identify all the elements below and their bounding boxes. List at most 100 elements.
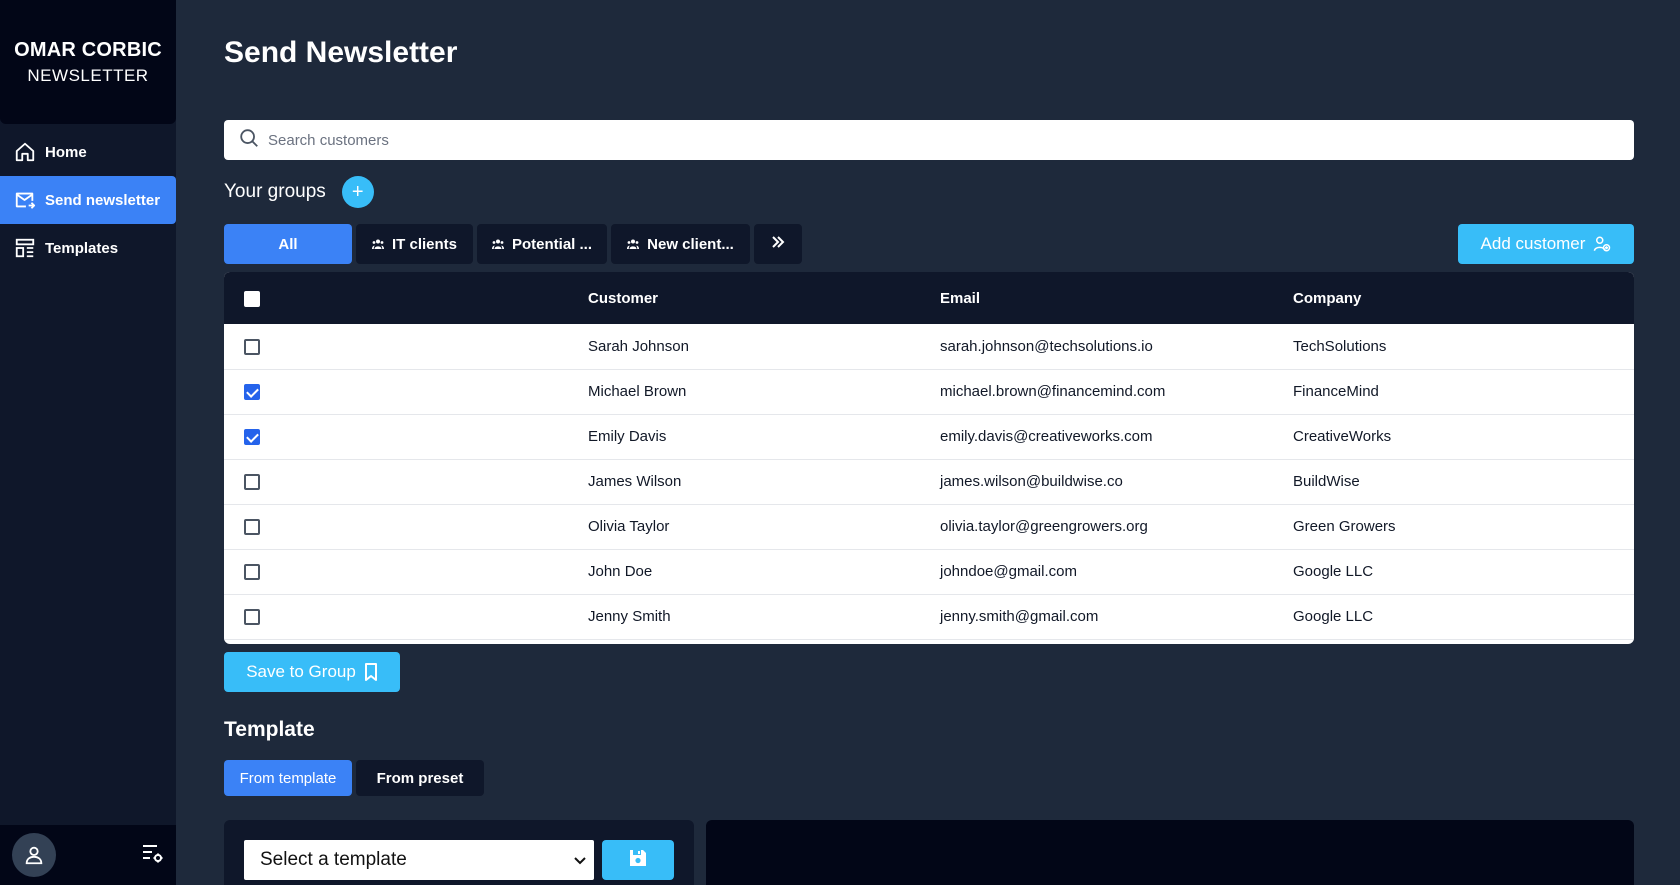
customer-name: Jenny Smith [588, 608, 671, 625]
sidebar-item-home[interactable]: Home [0, 128, 176, 176]
customer-company: FinanceMind [1293, 383, 1379, 400]
row-checkbox[interactable] [244, 609, 260, 626]
groups-header: Your groups + [224, 176, 374, 208]
table-row[interactable]: Jenny Smith jenny.smith@gmail.com Google… [224, 594, 1634, 639]
chevrons-right-icon [770, 234, 786, 254]
avatar[interactable] [12, 833, 56, 877]
customer-email: emily.davis@creativeworks.com [940, 428, 1153, 445]
customer-company: Google LLC [1293, 608, 1374, 625]
template-source-tabs: From template From preset [224, 760, 488, 796]
table-row[interactable]: Michael Brown michael.brown@financemind.… [224, 369, 1634, 414]
table-header-row: Customer Email Company [224, 272, 1634, 324]
sidebar-item-label: Home [45, 143, 87, 161]
customer-email: michael.brown@financemind.com [940, 383, 1166, 400]
tab-from-preset[interactable]: From preset [356, 760, 484, 796]
group-tabs: All IT clients Potential ... New client.… [224, 224, 806, 264]
table-row[interactable]: Emily Davis emily.davis@creativeworks.co… [224, 414, 1634, 459]
home-icon [14, 141, 36, 163]
customer-company: BuildWise [1293, 473, 1360, 490]
sidebar-nav: Home Send newsletter Templates [0, 128, 176, 272]
save-template-button[interactable] [602, 840, 674, 880]
customer-name: Emily Davis [588, 428, 667, 445]
bookmark-icon [364, 663, 378, 681]
template-section-title: Template [224, 718, 315, 741]
brand-subtitle: NEWSLETTER [27, 65, 149, 85]
table-row[interactable]: James Wilson james.wilson@buildwise.co B… [224, 459, 1634, 504]
sidebar-item-send-newsletter[interactable]: Send newsletter [0, 176, 176, 224]
template-select-value: Select a template [260, 849, 407, 870]
customer-company: TechSolutions [1293, 337, 1387, 355]
row-checkbox[interactable] [244, 519, 260, 536]
mail-send-icon [14, 189, 36, 211]
table-row[interactable]: Sarah Johnson sarah.johnson@techsolution… [224, 324, 1634, 369]
customer-company: Green Growers [1293, 518, 1396, 535]
groups-label: Your groups [224, 181, 326, 202]
search-bar [224, 120, 1634, 160]
customer-name: Olivia Taylor [588, 518, 670, 535]
sidebar-item-label: Send newsletter [45, 191, 161, 209]
brand-logo[interactable]: OMAR CORBIC NEWSLETTER [0, 0, 176, 124]
layout-icon [14, 237, 36, 259]
template-preview-panel [706, 820, 1634, 885]
tab-label: Potential ... [511, 235, 592, 253]
row-checkbox[interactable] [244, 338, 260, 355]
column-header-customer[interactable]: Customer [588, 272, 940, 324]
row-checkbox[interactable] [244, 384, 260, 401]
add-user-icon [1593, 235, 1611, 253]
tab-label: New client... [647, 235, 734, 253]
customer-email: olivia.taylor@greengrowers.org [940, 518, 1148, 535]
template-select[interactable]: Select a template [244, 840, 594, 880]
floppy-disk-icon [628, 848, 648, 873]
tab-label: IT clients [391, 235, 458, 253]
save-to-group-label: Save to Group [246, 662, 356, 681]
customer-company: CreativeWorks [1293, 428, 1392, 445]
row-checkbox[interactable] [244, 564, 260, 581]
customer-name: Michael Brown [588, 383, 687, 400]
sidebar: OMAR CORBIC NEWSLETTER Home Send newslet… [0, 0, 176, 885]
brand-name: OMAR CORBIC [14, 38, 162, 61]
row-checkbox[interactable] [244, 429, 260, 446]
more-groups-button[interactable] [754, 224, 802, 264]
table-row[interactable]: John Doe johndoe@gmail.com Google LLC [224, 549, 1634, 594]
settings-list-icon[interactable] [140, 841, 164, 870]
search-icon [238, 127, 260, 154]
chevron-down-icon [574, 849, 586, 871]
tab-potential[interactable]: Potential ... [477, 224, 607, 264]
plus-icon: + [351, 180, 364, 203]
tab-new-clients[interactable]: New client... [611, 224, 750, 264]
sidebar-item-templates[interactable]: Templates [0, 224, 176, 272]
add-customer-button[interactable]: Add customer [1458, 224, 1634, 264]
column-header-company[interactable]: Company [1293, 272, 1634, 324]
customer-company: Google LLC [1293, 563, 1374, 580]
customer-email: sarah.johnson@techsolutions.io [940, 337, 1153, 355]
tab-label: From template [239, 769, 337, 787]
group-icon [371, 239, 384, 249]
customer-email: jenny.smith@gmail.com [940, 608, 1099, 625]
template-panel: Select a template [224, 820, 694, 885]
group-icon [491, 239, 504, 249]
tab-label: From preset [376, 769, 464, 787]
add-group-button[interactable]: + [341, 176, 374, 208]
tab-all[interactable]: All [224, 224, 352, 264]
group-icon [627, 239, 640, 249]
tab-it-clients[interactable]: IT clients [356, 224, 473, 264]
customer-table: Customer Email Company Sarah Johnson sar… [224, 272, 1634, 644]
sidebar-item-label: Templates [45, 239, 119, 257]
customer-name: Sarah Johnson [588, 337, 689, 355]
sidebar-footer [0, 825, 176, 885]
tab-from-template[interactable]: From template [224, 760, 352, 796]
table-row[interactable]: Olivia Taylor olivia.taylor@greengrowers… [224, 504, 1634, 549]
customer-name: James Wilson [588, 473, 682, 490]
add-customer-label: Add customer [1480, 234, 1586, 253]
page-title: Send Newsletter [224, 36, 458, 69]
page-scrollbar[interactable] [1668, 0, 1680, 885]
select-all-checkbox[interactable] [244, 290, 260, 307]
tab-label: All [278, 235, 298, 253]
search-input[interactable] [268, 131, 1568, 149]
row-checkbox[interactable] [244, 474, 260, 491]
save-to-group-button[interactable]: Save to Group [224, 652, 400, 692]
column-header-email[interactable]: Email [940, 272, 1293, 324]
customer-email: james.wilson@buildwise.co [940, 473, 1123, 490]
customer-name: John Doe [588, 563, 653, 580]
customer-email: johndoe@gmail.com [940, 563, 1077, 580]
